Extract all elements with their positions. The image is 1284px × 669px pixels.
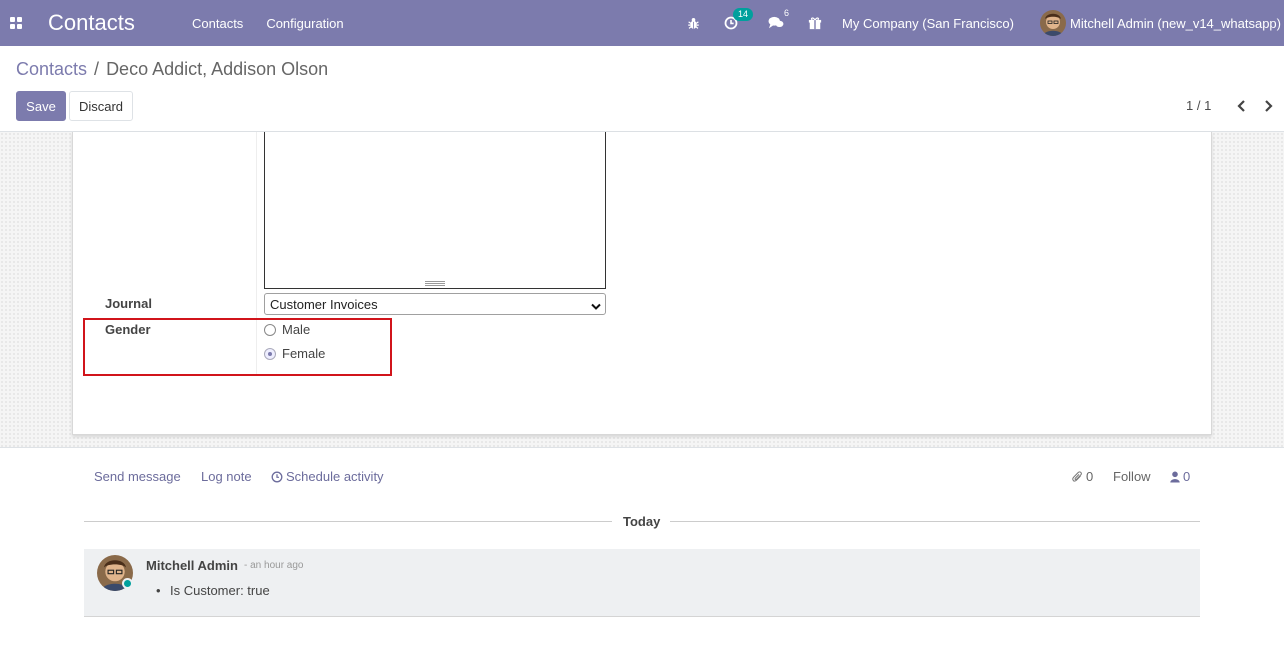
company-switcher[interactable]: My Company (San Francisco) (842, 16, 1014, 31)
message-date: - an hour ago (244, 560, 304, 571)
log-note-button[interactable]: Log note (201, 469, 252, 484)
debug-bug-icon[interactable] (687, 17, 700, 30)
date-separator-line-right (670, 521, 1200, 522)
menu-configuration[interactable]: Configuration (266, 16, 343, 31)
textarea-resize-handle[interactable] (425, 281, 445, 286)
gift-icon[interactable] (808, 16, 822, 30)
messages-count-badge: 6 (784, 8, 790, 18)
breadcrumb-current: Deco Addict, Addison Olson (106, 59, 329, 79)
schedule-activity-label: Schedule activity (286, 469, 384, 484)
pager-next-icon[interactable] (1261, 98, 1275, 114)
date-separator-today: Today (623, 514, 661, 529)
pager-previous-icon[interactable] (1234, 98, 1248, 114)
breadcrumb-separator: / (94, 59, 100, 79)
pager-value[interactable]: 1 / 1 (1186, 98, 1211, 113)
clock-icon (271, 471, 283, 482)
discard-button[interactable]: Discard (69, 91, 133, 121)
notes-textarea[interactable] (264, 132, 606, 289)
breadcrumb-contacts-link[interactable]: Contacts (16, 59, 87, 79)
date-separator-line-left (84, 521, 612, 522)
online-status-dot (122, 578, 133, 589)
top-navbar: Contacts Contacts Configuration 14 6 My … (0, 0, 1284, 46)
menu-contacts[interactable]: Contacts (192, 16, 243, 31)
activity-clock-icon[interactable]: 14 (724, 8, 754, 30)
apps-menu-icon[interactable] (0, 0, 32, 46)
journal-label: Journal (105, 296, 152, 311)
send-message-button[interactable]: Send message (94, 469, 181, 484)
paperclip-icon (1072, 471, 1082, 482)
activity-count-badge: 14 (733, 8, 754, 21)
message-author[interactable]: Mitchell Admin (146, 558, 238, 573)
user-menu[interactable]: Mitchell Admin (new_v14_whatsapp) (1040, 10, 1281, 36)
schedule-activity-button[interactable]: Schedule activity (271, 469, 384, 484)
message-body: Is Customer: true (156, 583, 270, 598)
chevron-down-icon (591, 299, 601, 314)
breadcrumb: Contacts / Deco Addict, Addison Olson (16, 59, 328, 80)
attachments-button[interactable]: 0 (1072, 469, 1093, 484)
save-button[interactable]: Save (16, 91, 66, 121)
control-panel: Contacts / Deco Addict, Addison Olson Save… (0, 46, 1284, 132)
app-title[interactable]: Contacts (48, 10, 176, 36)
form-sheet: Journal Customer Invoices Gender Male Fe… (72, 132, 1212, 435)
user-name: Mitchell Admin (new_v14_whatsapp) (1070, 15, 1281, 31)
followers-count: 0 (1183, 469, 1191, 484)
journal-select[interactable]: Customer Invoices (264, 293, 606, 315)
messaging-chat-icon[interactable]: 6 (768, 8, 789, 30)
followers-button[interactable]: 0 (1170, 469, 1190, 484)
user-icon (1170, 471, 1180, 482)
journal-selected-value: Customer Invoices (270, 296, 378, 312)
attachments-count: 0 (1086, 469, 1094, 484)
user-avatar (1040, 10, 1066, 36)
gender-highlight-box (83, 318, 392, 376)
chatter-message: Mitchell Admin - an hour ago Is Customer… (84, 549, 1200, 617)
form-view-background: Journal Customer Invoices Gender Male Fe… (0, 132, 1284, 448)
follow-button[interactable]: Follow (1113, 469, 1151, 484)
